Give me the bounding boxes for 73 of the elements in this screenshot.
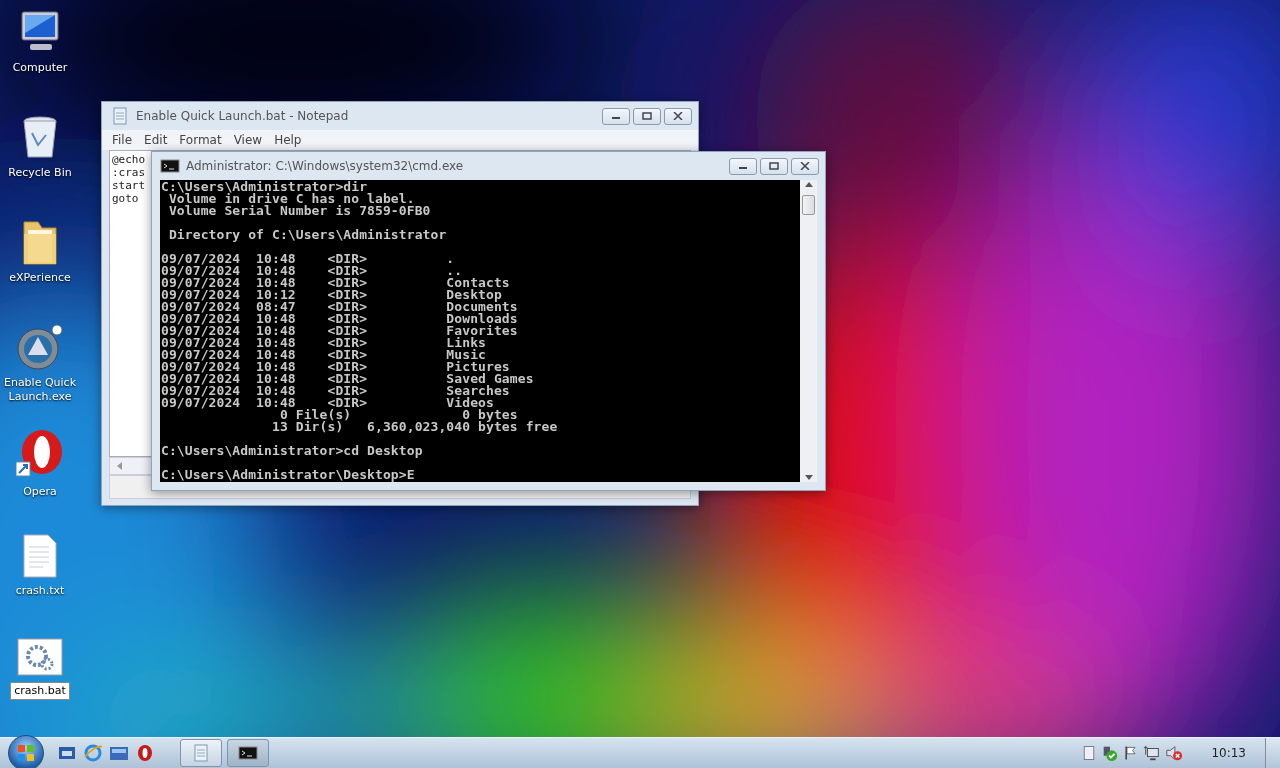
console-line: 09/07/2024 10:48 <DIR> Saved Games: [161, 373, 535, 385]
maximize-icon: [769, 162, 779, 170]
console-line: Volume in drive C has no label.: [168, 193, 416, 205]
show-desktop-button[interactable]: [1265, 738, 1280, 768]
opera-icon: [16, 428, 64, 480]
quick-launch-button[interactable]: [82, 742, 104, 764]
text-file-icon: [22, 533, 58, 579]
maximize-icon: [642, 112, 652, 120]
console-line: 09/07/2024 10:12 <DIR> Desktop: [161, 289, 503, 301]
taskbar-button[interactable]: [227, 739, 269, 767]
console-line: 09/07/2024 10:48 <DIR> .: [161, 253, 456, 265]
notepad-icon: [110, 106, 130, 126]
up-arrow-icon: [804, 182, 813, 187]
text-line: @echo: [112, 153, 146, 166]
console-line: 09/07/2024 10:48 <DIR> ..: [161, 265, 464, 277]
desktop-icon-label[interactable]: Opera: [20, 484, 60, 500]
close-icon: [800, 162, 810, 170]
close-button[interactable]: [791, 157, 819, 175]
desktop-icon-label[interactable]: Recycle Bin: [5, 165, 75, 181]
minimize-button[interactable]: [729, 157, 757, 175]
minimize-button[interactable]: [602, 107, 630, 125]
console-line: 0 File(s) 0 bytes: [278, 409, 519, 421]
console-line: C:\Users\Administrator>cd Desktop: [161, 445, 424, 457]
muted-speaker-icon: [1165, 744, 1184, 762]
desktop-icon-label[interactable]: Enable Quick Launch.exe: [0, 375, 80, 405]
console-line: 09/07/2024 10:48 <DIR> Favorites: [161, 325, 519, 337]
check-badge-icon: [1101, 744, 1120, 762]
left-arrow-icon: [116, 462, 122, 470]
console-icon: [238, 743, 258, 763]
console-line: 09/07/2024 10:48 <DIR> Music: [161, 349, 486, 361]
notepad-icon: [191, 743, 211, 763]
opera-icon: [135, 743, 155, 763]
desktop-icon-label[interactable]: crash.bat: [10, 682, 70, 700]
menu-item[interactable]: File: [108, 133, 137, 147]
console-line: Volume Serial Number is 7859-0FB0: [167, 205, 432, 217]
desktop-icon-label[interactable]: eXPerience: [6, 270, 74, 286]
desktop-icon-label[interactable]: crash.txt: [12, 583, 68, 599]
menu-item[interactable]: Help: [270, 133, 306, 147]
app-icon: [16, 323, 64, 371]
scroll-thumb[interactable]: [802, 195, 815, 215]
browser-icon: [83, 743, 103, 763]
gear-file-icon: [17, 638, 63, 678]
console-line: 13 Dir(s) 6,360,023,040 bytes free: [270, 421, 559, 433]
console-icon: [160, 156, 180, 176]
console-line: 09/07/2024 10:48 <DIR> Links: [161, 337, 487, 349]
console-line: C:\Users\Administrator\Desktop>E: [161, 469, 416, 481]
text-line: goto: [112, 192, 139, 205]
desktop-icon-label[interactable]: Computer: [9, 60, 71, 76]
window-title: Administrator: C:\Windows\system32\cmd.exe: [186, 159, 465, 173]
close-icon: [673, 112, 683, 120]
console-line: 09/07/2024 10:48 <DIR> Pictures: [161, 361, 511, 373]
menu-item[interactable]: Edit: [140, 133, 172, 147]
text-line: :cras: [112, 166, 146, 179]
console-line: 09/07/2024 10:48 <DIR> Videos: [161, 397, 494, 409]
vertical-scrollbar[interactable]: [800, 180, 817, 482]
windows-logo-icon: [16, 743, 36, 763]
console-line: 09/07/2024 10:48 <DIR> Contacts: [161, 277, 511, 289]
clock[interactable]: 10:13: [1211, 746, 1246, 760]
console-line: 09/07/2024 10:48 <DIR> Downloads: [161, 313, 519, 325]
console-line: C:\Users\Administrator>dir: [161, 181, 368, 193]
console-line: 09/07/2024 10:48 <DIR> Searches: [161, 385, 511, 397]
console-line: Directory of C:\Users\Administrator: [167, 229, 448, 241]
network-icon: [1143, 744, 1162, 762]
menu-item[interactable]: View: [229, 133, 267, 147]
down-arrow-icon: [804, 475, 813, 480]
console-line: 09/07/2024 08:47 <DIR> Documents: [161, 301, 519, 313]
text-line: start: [112, 179, 146, 192]
maximize-button[interactable]: [633, 107, 661, 125]
start-button[interactable]: [8, 735, 44, 768]
close-button[interactable]: [664, 107, 692, 125]
window-title: Enable Quick Launch.bat - Notepad: [136, 109, 350, 123]
menu-item[interactable]: Format: [175, 133, 226, 147]
maximize-button[interactable]: [760, 157, 788, 175]
